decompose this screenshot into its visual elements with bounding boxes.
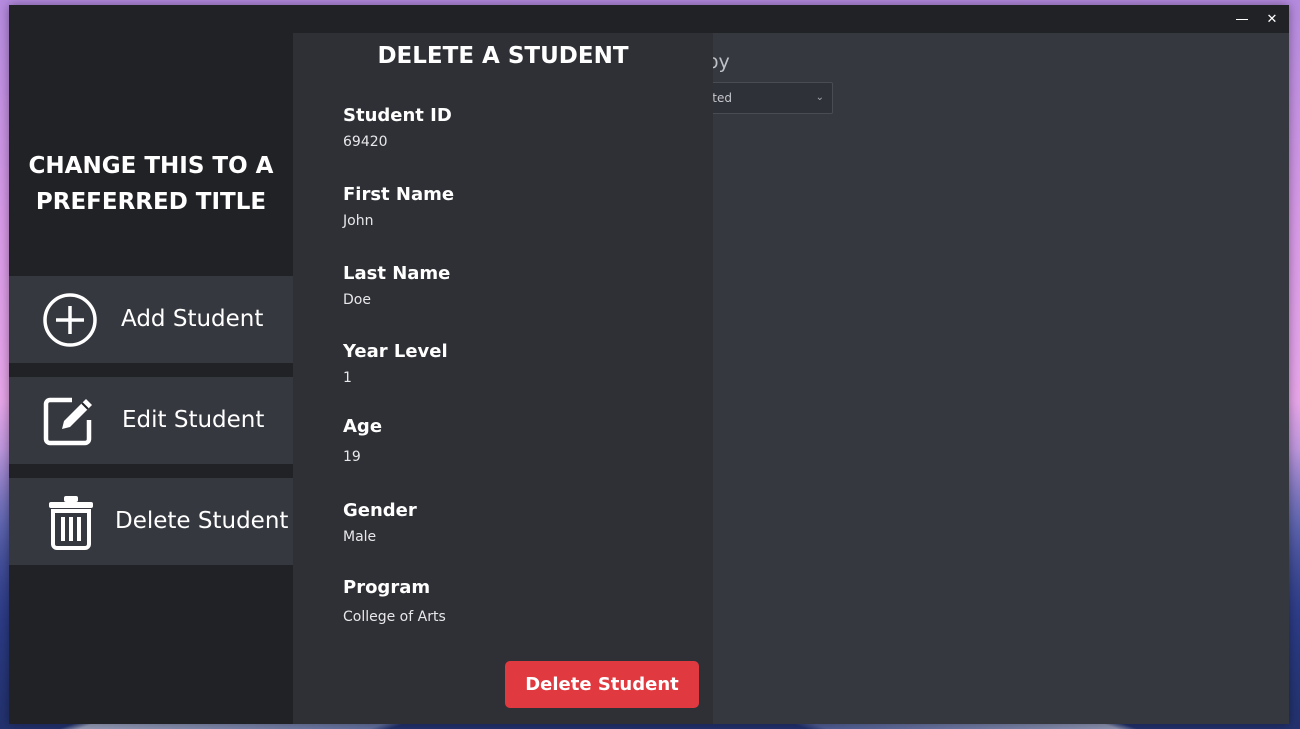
sort-select[interactable]: orted ⌄ xyxy=(693,82,833,114)
field-value: 19 xyxy=(343,449,361,465)
field-value: Male xyxy=(343,529,377,545)
field-gender: Gender Male xyxy=(343,499,417,545)
sidebar-item-label: Delete Student xyxy=(115,508,289,534)
field-label: Gender xyxy=(343,500,417,521)
field-last-name: Last Name Doe xyxy=(343,262,450,308)
field-value: Doe xyxy=(343,292,371,308)
field-label: Program xyxy=(343,577,431,598)
field-label: Last Name xyxy=(343,263,451,284)
field-value: 69420 xyxy=(343,134,388,150)
close-button[interactable]: ✕ xyxy=(1257,5,1287,33)
sidebar-item-label: Edit Student xyxy=(122,407,265,433)
field-value: College of Arts xyxy=(343,609,446,625)
field-label: Student ID xyxy=(343,105,452,126)
trash-icon xyxy=(49,496,93,550)
app-window: ✕ CHANGE THIS TO A PREFERRED TITLE Add S… xyxy=(9,5,1289,724)
edit-icon xyxy=(43,397,92,446)
panel-title: DELETE A STUDENT xyxy=(377,43,629,69)
field-value: John xyxy=(343,213,374,229)
sidebar-item-delete-student[interactable]: Delete Student xyxy=(9,478,293,565)
field-label: First Name xyxy=(343,184,455,205)
delete-student-panel: DELETE A STUDENT Student ID 69420 First … xyxy=(293,33,713,724)
field-student-id: Student ID 69420 xyxy=(343,104,452,150)
title-bar: ✕ xyxy=(9,5,1289,33)
field-year-level: Year Level 1 xyxy=(343,340,448,386)
sidebar-item-label: Add Student xyxy=(121,306,264,332)
field-first-name: First Name John xyxy=(343,183,454,229)
app-title: CHANGE THIS TO A PREFERRED TITLE xyxy=(28,153,274,215)
minimize-icon xyxy=(1236,18,1248,20)
plus-circle-icon xyxy=(43,293,97,347)
field-label: Year Level xyxy=(343,341,448,362)
minimize-button[interactable] xyxy=(1227,5,1257,33)
field-program: Program College of Arts xyxy=(343,576,446,625)
sidebar-item-add-student[interactable]: Add Student xyxy=(9,276,293,363)
sidebar-item-edit-student[interactable]: Edit Student xyxy=(9,377,293,464)
chevron-down-icon: ⌄ xyxy=(815,92,824,103)
field-label: Age xyxy=(343,416,383,437)
close-icon: ✕ xyxy=(1266,11,1278,27)
field-value: 1 xyxy=(343,370,352,386)
delete-student-button[interactable]: Delete Student xyxy=(505,661,699,708)
sidebar: CHANGE THIS TO A PREFERRED TITLE Add Stu… xyxy=(9,33,293,724)
field-age: Age 19 xyxy=(343,415,382,465)
